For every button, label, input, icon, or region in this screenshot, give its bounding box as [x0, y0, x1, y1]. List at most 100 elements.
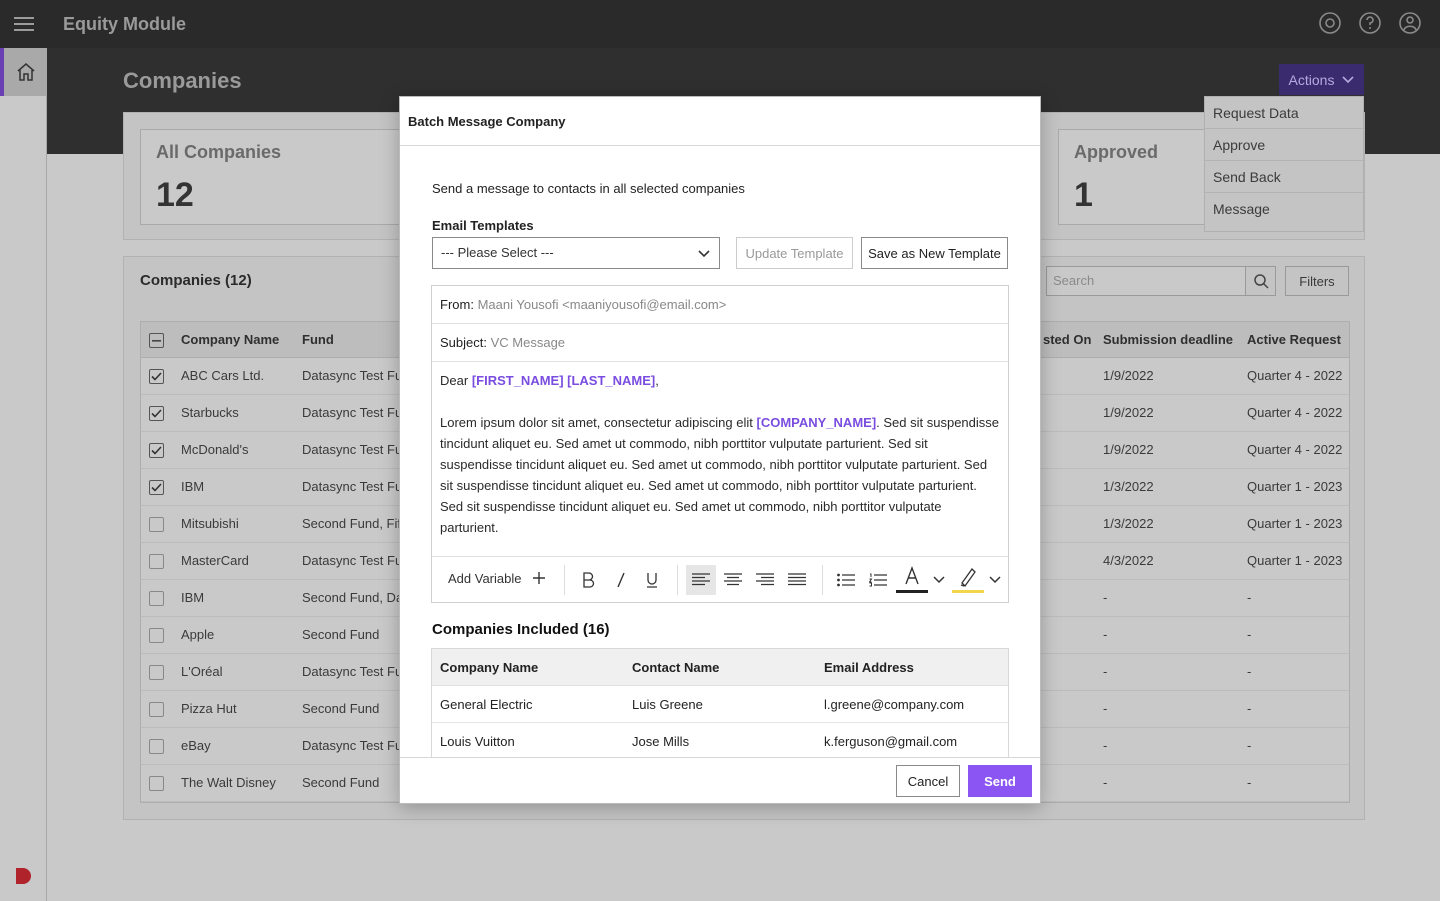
- bold-icon[interactable]: [573, 565, 603, 595]
- search-button[interactable]: [1245, 266, 1276, 296]
- top-bar: Equity Module: [47, 0, 1440, 48]
- home-icon[interactable]: [0, 48, 47, 96]
- hamburger-menu-icon[interactable]: [0, 0, 47, 48]
- send-button[interactable]: Send: [968, 765, 1032, 797]
- message-body-textarea[interactable]: Dear [FIRST_NAME] [LAST_NAME], Lorem ips…: [440, 370, 1002, 538]
- cell-active-request: -: [1247, 627, 1252, 642]
- text-color-icon[interactable]: [896, 565, 928, 595]
- subject-field[interactable]: Subject: VC Message: [432, 324, 1008, 362]
- row-checkbox[interactable]: [149, 480, 164, 495]
- cell-fund: Datasync Test Fu: [302, 664, 400, 679]
- menu-item-send-back[interactable]: Send Back: [1205, 161, 1363, 193]
- app-title: Equity Module: [63, 13, 186, 34]
- cell-company[interactable]: eBay: [181, 728, 211, 764]
- greeting-comma: ,: [655, 373, 659, 388]
- name-variable-token[interactable]: [FIRST_NAME] [LAST_NAME]: [472, 373, 655, 388]
- left-rail: [0, 0, 47, 901]
- chevron-down-icon: [698, 250, 710, 258]
- cell-company[interactable]: The Walt Disney: [181, 765, 276, 801]
- cell-deadline: 1/3/2022: [1103, 479, 1154, 494]
- cell-company[interactable]: IBM: [181, 469, 204, 505]
- bullet-list-icon[interactable]: [831, 565, 861, 595]
- cell-fund: Datasync Test Fu: [302, 368, 400, 383]
- chevron-down-icon[interactable]: [928, 565, 950, 595]
- plus-icon: [533, 572, 546, 584]
- row-checkbox[interactable]: [149, 739, 164, 754]
- cell-company: General Electric: [440, 697, 533, 712]
- row-checkbox[interactable]: [149, 665, 164, 680]
- user-account-icon[interactable]: [1398, 11, 1422, 35]
- cell-active-request: -: [1247, 738, 1252, 753]
- cell-fund: Datasync Test Fu: [302, 738, 400, 753]
- actions-button[interactable]: Actions: [1279, 64, 1364, 95]
- cell-active-request: -: [1247, 590, 1252, 605]
- cell-company[interactable]: Apple: [181, 617, 214, 653]
- table-header: Company Name Contact Name Email Address: [432, 649, 1008, 686]
- chevron-down-icon[interactable]: [984, 565, 1006, 595]
- menu-item-message[interactable]: Message: [1205, 193, 1363, 225]
- update-template-button[interactable]: Update Template: [736, 237, 853, 269]
- row-checkbox[interactable]: [149, 369, 164, 384]
- help-icon[interactable]: [1358, 11, 1382, 35]
- row-checkbox[interactable]: [149, 443, 164, 458]
- cell-company[interactable]: Starbucks: [181, 395, 239, 431]
- row-checkbox[interactable]: [149, 628, 164, 643]
- cell-deadline: -: [1103, 664, 1108, 679]
- template-select-value: --- Please Select ---: [441, 245, 554, 260]
- align-right-icon[interactable]: [750, 565, 780, 595]
- batch-message-dialog: Batch Message Company Send a message to …: [399, 96, 1041, 804]
- numbered-list-icon[interactable]: [863, 565, 893, 595]
- row-checkbox[interactable]: [149, 702, 164, 717]
- body-text-rest: . Sed sit suspendisse tincidunt aliquet …: [440, 415, 1000, 535]
- row-checkbox[interactable]: [149, 591, 164, 606]
- cell-company[interactable]: Mitsubishi: [181, 506, 239, 542]
- align-justify-icon[interactable]: [782, 565, 812, 595]
- template-select[interactable]: --- Please Select ---: [432, 237, 720, 269]
- search-input[interactable]: Search: [1046, 266, 1246, 296]
- header-requested-on[interactable]: sted On: [1043, 322, 1091, 358]
- cell-contact: Jose Mills: [632, 734, 690, 749]
- cell-deadline: -: [1103, 701, 1108, 716]
- menu-item-approve[interactable]: Approve: [1205, 129, 1363, 161]
- header-company-name: Company Name: [440, 660, 539, 675]
- chevron-down-icon: [1342, 75, 1355, 83]
- row-checkbox[interactable]: [149, 406, 164, 421]
- cell-company[interactable]: Pizza Hut: [181, 691, 237, 727]
- cell-company[interactable]: IBM: [181, 580, 204, 616]
- stat-value: 1: [1074, 176, 1093, 214]
- cell-company[interactable]: MasterCard: [181, 543, 249, 579]
- underline-icon[interactable]: [637, 565, 667, 595]
- cell-active-request: Quarter 1 - 2023: [1247, 553, 1343, 568]
- row-checkbox[interactable]: [149, 517, 164, 532]
- filters-button[interactable]: Filters: [1285, 266, 1349, 296]
- cell-company[interactable]: ABC Cars Ltd.: [181, 358, 264, 394]
- templates-label: Email Templates: [432, 218, 534, 233]
- menu-item-request-data[interactable]: Request Data: [1205, 97, 1363, 129]
- cell-company[interactable]: McDonald's: [181, 432, 249, 468]
- row-checkbox[interactable]: [149, 554, 164, 569]
- highlight-color-icon[interactable]: [952, 565, 984, 595]
- save-template-button[interactable]: Save as New Template: [861, 237, 1008, 269]
- cell-active-request: Quarter 4 - 2022: [1247, 405, 1343, 420]
- stat-card-all-companies[interactable]: All Companies 12: [140, 129, 402, 225]
- align-left-icon[interactable]: [686, 565, 716, 595]
- header-deadline[interactable]: Submission deadline: [1103, 322, 1233, 358]
- cell-fund: Datasync Test Fu: [302, 479, 400, 494]
- cancel-button[interactable]: Cancel: [896, 765, 960, 797]
- table-row: Louis Vuitton Jose Mills k.ferguson@gmai…: [432, 723, 1008, 757]
- stat-label: All Companies: [156, 142, 282, 162]
- header-contact-name: Contact Name: [632, 660, 720, 675]
- add-variable-button[interactable]: Add Variable: [448, 571, 546, 586]
- company-variable-token[interactable]: [COMPANY_NAME]: [757, 415, 877, 430]
- at-sign-icon[interactable]: [1318, 11, 1342, 35]
- cell-fund: Second Fund: [302, 701, 380, 716]
- row-checkbox[interactable]: [149, 776, 164, 791]
- align-center-icon[interactable]: [718, 565, 748, 595]
- cell-company[interactable]: L'Oréal: [181, 654, 223, 690]
- dialog-title: Batch Message Company: [400, 97, 1040, 146]
- header-active-request[interactable]: Active Request: [1247, 322, 1341, 358]
- select-all-checkbox[interactable]: [149, 333, 164, 348]
- header-fund[interactable]: Fund: [302, 322, 334, 358]
- header-company[interactable]: Company Name: [181, 322, 279, 358]
- italic-icon[interactable]: [605, 565, 635, 595]
